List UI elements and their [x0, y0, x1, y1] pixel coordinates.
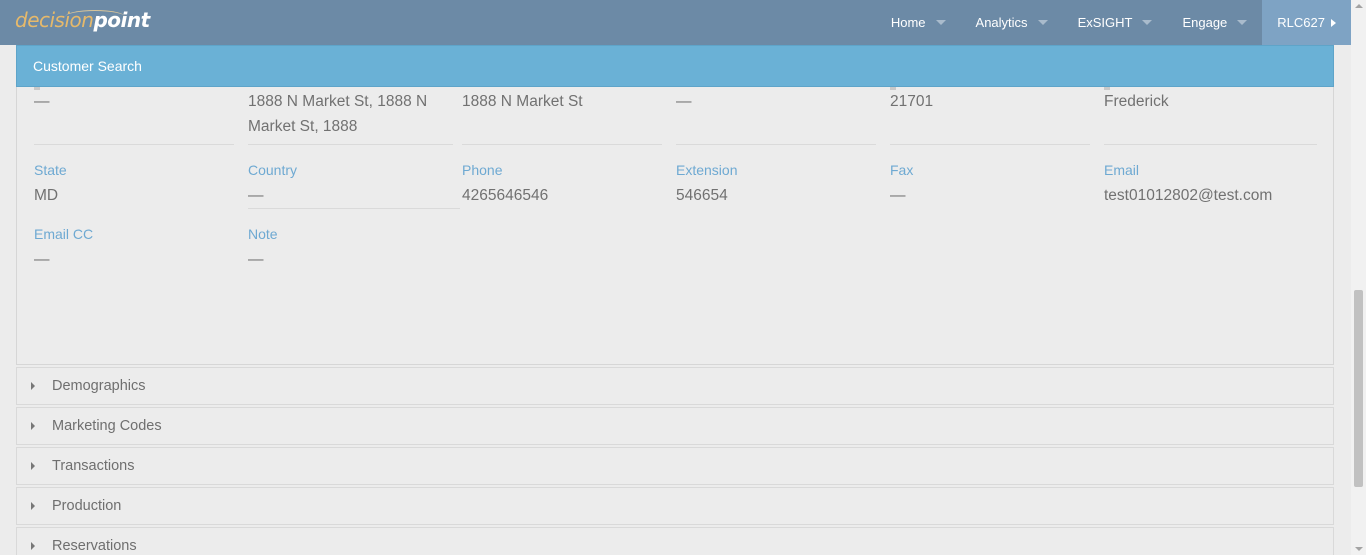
field-value: test01012802@test.com [1104, 187, 1273, 204]
field-label: State [34, 162, 67, 178]
detail-field-email: Email test01012802@test.com [1104, 161, 1324, 208]
chevron-down-icon [1037, 20, 1048, 25]
caret-right-icon [31, 542, 35, 550]
field-label: Fax [890, 162, 914, 178]
section-label: Marketing Codes [52, 418, 162, 434]
section-label: Demographics [52, 378, 146, 394]
field-value: 21701 [890, 93, 934, 110]
page-scrollbar[interactable] [1351, 0, 1366, 555]
caret-right-icon [31, 502, 35, 510]
field-value: — [248, 251, 264, 268]
detail-field-extension: Extension 546654 [676, 161, 876, 208]
detail-field-country: Country — [248, 161, 460, 209]
detail-field-phone: Phone 4265646546 [462, 161, 662, 208]
section-production[interactable]: Production [16, 487, 1334, 525]
field-value: 1888 N Market St, 1888 N Market St, 1888 [248, 93, 428, 135]
chevron-down-icon [935, 20, 946, 25]
caret-right-icon [31, 382, 35, 390]
field-label: Email [1104, 162, 1140, 178]
section-label: Reservations [52, 538, 137, 554]
caret-right-icon [31, 422, 35, 430]
field-value: — [34, 93, 50, 110]
customer-search-title: Customer Search [33, 58, 142, 74]
field-value: — [248, 187, 264, 204]
nav-analytics[interactable]: Analytics [961, 0, 1063, 45]
nav-home[interactable]: Home [876, 0, 961, 45]
field-value: 4265646546 [462, 187, 549, 204]
detail-field-zip: 21701 [890, 85, 1090, 145]
field-value: Frederick [1104, 93, 1169, 110]
field-value: — [34, 251, 50, 268]
nav-analytics-label: Analytics [975, 15, 1028, 30]
nav-engage-label: Engage [1182, 15, 1228, 30]
detail-field: 1888 N Market St [462, 85, 662, 145]
section-marketing-codes[interactable]: Marketing Codes [16, 407, 1334, 445]
field-value: — [890, 187, 906, 204]
detail-field: — [676, 85, 876, 145]
chevron-down-icon [1142, 20, 1153, 25]
detail-field-address: 1888 N Market St, 1888 N Market St, 1888 [248, 85, 453, 145]
detail-field-state: State MD [34, 161, 234, 208]
field-label: Country [248, 162, 298, 178]
nav-home-label: Home [890, 15, 926, 30]
section-transactions[interactable]: Transactions [16, 447, 1334, 485]
field-label: Note [248, 226, 278, 242]
logo-arc [65, 10, 125, 24]
top-nav-bar: decisionpoint Home Analytics ExSIGHT Eng… [0, 0, 1351, 45]
section-label: Transactions [52, 458, 135, 474]
field-value: 1888 N Market St [462, 93, 583, 110]
nav-exsight-label: ExSIGHT [1077, 15, 1133, 30]
field-label: Email CC [34, 226, 94, 242]
chevron-right-icon [1331, 18, 1336, 27]
scroll-up-icon[interactable] [1355, 4, 1363, 8]
field-label: Phone [462, 162, 503, 178]
nav-user-label: RLC627 [1277, 15, 1325, 30]
detail-field-email-cc: Email CC — [34, 225, 234, 272]
detail-field: — [34, 85, 234, 145]
main-nav: Home Analytics ExSIGHT Engage RLC627 [876, 0, 1351, 45]
section-demographics[interactable]: Demographics [16, 367, 1334, 405]
caret-right-icon [31, 462, 35, 470]
section-reservations[interactable]: Reservations [16, 527, 1334, 555]
nav-engage[interactable]: Engage [1167, 0, 1262, 45]
section-label: Production [52, 498, 122, 514]
scroll-down-icon[interactable] [1355, 547, 1363, 551]
field-value: — [676, 93, 692, 110]
detail-field-city: Frederick [1104, 85, 1317, 145]
detail-field-note: Note — [248, 225, 448, 272]
nav-user-account[interactable]: RLC627 [1262, 0, 1351, 45]
detail-field-fax: Fax — [890, 161, 1090, 208]
field-label: Extension [676, 162, 738, 178]
customer-detail-panel: — 1888 N Market St, 1888 N Market St, 18… [16, 87, 1334, 365]
chevron-down-icon [1237, 20, 1248, 25]
field-value: MD [34, 187, 59, 204]
field-value: 546654 [676, 187, 728, 204]
scrollbar-thumb[interactable] [1354, 290, 1363, 487]
nav-exsight[interactable]: ExSIGHT [1063, 0, 1168, 45]
customer-search-header[interactable]: Customer Search [16, 45, 1334, 87]
app-logo[interactable]: decisionpoint [15, 8, 150, 38]
